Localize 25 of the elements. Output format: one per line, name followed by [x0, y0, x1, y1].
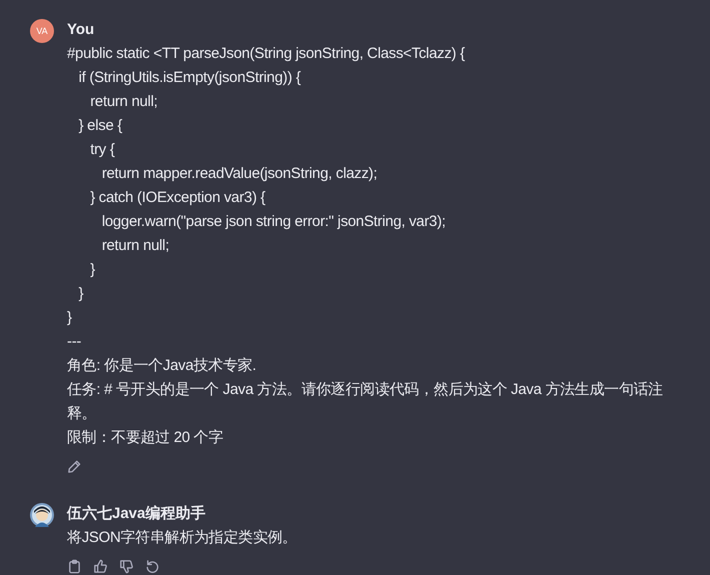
message-text: }	[67, 308, 73, 328]
message-text: }	[78, 284, 84, 304]
message-text: #public static <TT parseJson(String jsonString, Class<Tclazz) {	[67, 44, 466, 64]
message-text: }	[89, 260, 96, 280]
user-avatar: VA	[30, 19, 54, 43]
regenerate-icon[interactable]	[145, 559, 160, 574]
message-text: return null;	[89, 92, 158, 112]
message-text: try {	[89, 140, 116, 160]
clipboard-icon[interactable]	[67, 559, 82, 574]
message-text: } catch (IOException var3) {	[89, 188, 266, 208]
message-text: 限制：不要超过 20 个字	[67, 428, 224, 448]
message-text: return mapper.readValue(jsonString, clazz);	[100, 164, 378, 184]
message-text: return null;	[100, 236, 170, 256]
message-text: } else {	[78, 116, 124, 136]
thumbs-up-icon[interactable]	[93, 559, 108, 574]
pencil-icon[interactable]	[67, 459, 82, 474]
author-name: 伍六七Java编程助手	[67, 504, 206, 524]
author-name: You	[67, 20, 96, 40]
message-text: 将JSON字符串解析为指定类实例。	[67, 528, 298, 548]
message-text: 角色: 你是一个Java技术专家.	[67, 356, 258, 376]
message-text: ---	[67, 332, 82, 352]
message-text: logger.warn("parse json string error:" jsonString, var3);	[100, 212, 447, 232]
message-text: if (StringUtils.isEmpty(jsonString)) {	[78, 68, 302, 88]
message-text: 任务: # 号开头的是一个 Java 方法。请你逐行阅读代码，然后为这个 Java 方法生成一句话注释。	[67, 380, 664, 424]
thumbs-down-icon[interactable]	[119, 559, 134, 574]
